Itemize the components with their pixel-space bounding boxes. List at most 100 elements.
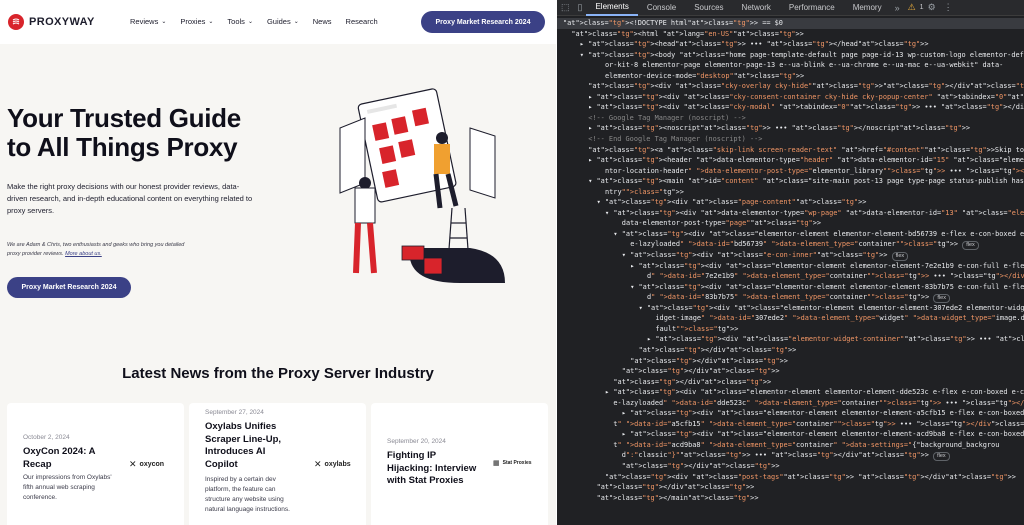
nav-label: Reviews (130, 17, 159, 26)
tab-network[interactable]: Network (733, 0, 780, 16)
dom-tree-line[interactable]: "at">class="tg"><a "at">class="skip-link… (557, 145, 1024, 156)
news-card[interactable]: October 2, 2024 OxyCon 2024: A Recap Our… (7, 403, 184, 525)
dom-tree-line[interactable]: ▸ "at">class="tg"><div "at">class="eleme… (557, 408, 1024, 419)
dom-tree-line[interactable]: "at">class="tg"><!DOCTYPE html"at">class… (557, 18, 1024, 29)
dom-tree-line[interactable]: ▾ "at">class="tg"><div "at">class="e-con… (557, 250, 1024, 261)
dom-tree-line[interactable]: ▾ "at">class="tg"><body "at">class="home… (557, 50, 1024, 61)
news-card-title: Oxylabs Unifies Scraper Line-Up, Introdu… (205, 421, 282, 470)
dom-tree-line[interactable]: ▾ "at">class="tg"><div "at">class="page-… (557, 197, 1024, 208)
nav-label: Guides (266, 17, 291, 26)
dom-tree-line[interactable]: "at">class="tg"><div "at">class="cky-ove… (557, 81, 1024, 92)
dom-tree-line[interactable]: "at">class="tg"><div "at">class="post-ta… (557, 472, 1024, 483)
nav-label: Tools (227, 17, 245, 26)
dom-tree-line[interactable]: ntry"">class="tg">> (557, 187, 1024, 198)
news-card[interactable]: September 27, 2024 Oxylabs Unifies Scrap… (189, 403, 366, 525)
dom-tree-line[interactable]: ▸ "at">class="tg"><div "at">class="eleme… (557, 334, 1024, 345)
dom-tree-line[interactable]: ▾ "at">class="tg"><div "at">data-element… (557, 208, 1024, 219)
stat-proxies-logo: ▦ Stat Proxies (493, 459, 532, 467)
oxylabs-logo: ✕ oxylabs (314, 459, 351, 470)
inspect-element-icon[interactable]: ⬚ (557, 2, 574, 13)
dom-tree-line[interactable]: e-lazyloaded" ">data-id="bd56739" ">data… (557, 239, 1024, 251)
site-header: PROXYWAY Reviews ⌄ Proxies ⌄ Tools ⌄ Guides… (0, 0, 556, 44)
hero-description: Make the right proxy decisions with our … (7, 182, 253, 215)
nav-item-reviews[interactable]: Reviews ⌄ (130, 17, 166, 26)
about-us-link[interactable]: More about us. (65, 251, 102, 257)
dom-tree-line[interactable]: or-kit-8 elementor-page elementor-page-1… (557, 60, 1024, 71)
brand-logo[interactable]: PROXYWAY (8, 14, 95, 30)
dom-tree-line[interactable]: d":"classic"}""at">class="tg">> ••• "at"… (557, 450, 1024, 461)
news-card-date: September 27, 2024 (205, 409, 264, 416)
dom-tree-line[interactable]: ▾ "at">class="tg"><div "at">class="eleme… (557, 303, 1024, 314)
dom-tree-line[interactable]: ▸ "at">class="tg"><header "at">data-elem… (557, 155, 1024, 166)
kebab-menu-icon[interactable]: ⋮ (940, 2, 957, 13)
header-research-button[interactable]: Proxy Market Research 2024 (421, 11, 545, 33)
chevron-down-icon: ⌄ (161, 18, 167, 25)
dom-tree-line[interactable]: "at">class="tg"></div"at">class="tg">> (557, 482, 1024, 493)
dom-tree-line[interactable]: fault"">class="tg">> (557, 324, 1024, 335)
dom-tree-line[interactable]: <!-- Google Tag Manager (noscript) --> (557, 113, 1024, 124)
dom-tree-line[interactable]: d" ">data-id="7e2e1b9" ">data-element_ty… (557, 271, 1024, 282)
dom-tree-line[interactable]: ▸ "at">class="tg"><noscript"at">class="t… (557, 123, 1024, 134)
dom-tree-line[interactable]: data-elementor-post-type="page""at">clas… (557, 218, 1024, 229)
news-card-title: Fighting IP Hijacking: Interview with St… (387, 450, 477, 486)
dom-tree-line[interactable]: d" ">data-id="83b7b75" ">data-element_ty… (557, 292, 1024, 303)
hero-illustration (339, 88, 505, 283)
card-logo-text: Stat Proxies (502, 460, 532, 466)
chevron-down-icon: ⌄ (208, 18, 214, 25)
dom-tree-line[interactable]: ▾ "at">class="tg"><div "at">class="eleme… (557, 229, 1024, 240)
dom-tree-line[interactable]: ▸ "at">class="tg"><div "at">class="cky-c… (557, 92, 1024, 103)
dom-tree-line[interactable]: "at">class="tg"></div"at">class="tg">> (557, 356, 1024, 367)
dom-tree-line[interactable]: "at">class="tg"><html "at">lang="en-US""… (557, 29, 1024, 40)
hero-research-button[interactable]: Proxy Market Research 2024 (7, 277, 131, 298)
tab-elements[interactable]: Elements (586, 0, 638, 16)
dom-tree-line[interactable]: t" ">data-id="a5cfb15" ">data-element_ty… (557, 419, 1024, 430)
news-card-date: October 2, 2024 (23, 434, 70, 441)
dom-tree-line[interactable]: t" ">data-id="acd9ba8" ">data-element_ty… (557, 440, 1024, 451)
website-viewport: PROXYWAY Reviews ⌄ Proxies ⌄ Tools ⌄ Guides… (0, 0, 556, 525)
dom-tree-line[interactable]: ▸ "at">class="tg"><div "at">class="eleme… (557, 387, 1024, 398)
device-toolbar-icon[interactable]: ▯ (574, 2, 587, 13)
dom-tree-line[interactable]: ▸ "at">class="tg"><div "at">class="cky-m… (557, 102, 1024, 113)
dom-tree-line[interactable]: <!-- End Google Tag Manager (noscript) -… (557, 134, 1024, 145)
nav-item-news[interactable]: News (313, 17, 332, 26)
dom-tree-line[interactable]: "at">class="tg"></div"at">class="tg">> (557, 366, 1024, 377)
devtools-toolbar: ⬚ ▯ Elements Console Sources Network Per… (557, 0, 1024, 16)
dom-tree-line[interactable]: ▸ "at">class="tg"><div "at">class="eleme… (557, 261, 1024, 272)
dom-tree[interactable]: "at">class="tg"><!DOCTYPE html"at">class… (557, 18, 1024, 503)
dom-tree-line[interactable]: "at">class="tg"></main"at">class="tg">> (557, 493, 1024, 504)
nav-item-proxies[interactable]: Proxies ⌄ (180, 17, 213, 26)
card-logo-text: oxycon (139, 461, 165, 468)
hero-authors-note: We are Adam & Chris, two enthusiasts and… (7, 241, 197, 259)
warning-icon[interactable]: ⚠ (904, 2, 920, 13)
devtools-panel: ⬚ ▯ Elements Console Sources Network Per… (557, 0, 1024, 525)
dom-tree-line[interactable]: "at">class="tg"></div"at">class="tg">> (557, 461, 1024, 472)
stat-proxies-logo-icon: ▦ (493, 460, 500, 467)
chevron-down-icon: ⌄ (293, 18, 299, 25)
tab-sources[interactable]: Sources (685, 0, 732, 16)
nav-item-research[interactable]: Research (346, 17, 378, 26)
hero-title-line-2: to All Things Proxy (7, 132, 238, 162)
dom-tree-line[interactable]: "at">class="tg"></div"at">class="tg">> (557, 345, 1024, 356)
nav-label: Proxies (180, 17, 206, 26)
news-card-excerpt: Our impressions from Oxylabs' fifth annu… (23, 474, 112, 501)
dom-tree-line[interactable]: ▸ "at">class="tg"><head"at">class="tg">>… (557, 39, 1024, 50)
dom-tree-line[interactable]: ntor-location-header" ">data-elementor-p… (557, 166, 1024, 177)
tab-performance[interactable]: Performance (780, 0, 844, 16)
dom-tree-line[interactable]: idget-image" ">data-id="307ede2" ">data-… (557, 313, 1024, 324)
news-card[interactable]: September 20, 2024 Fighting IP Hijacking… (371, 403, 548, 525)
tab-console[interactable]: Console (638, 0, 685, 16)
hero-title: Your Trusted Guide to All Things Proxy (7, 104, 267, 162)
gear-icon[interactable]: ⚙ (924, 2, 940, 13)
more-tabs-icon[interactable]: » (891, 3, 904, 13)
dom-tree-line[interactable]: "at">class="tg"></div"at">class="tg">> (557, 377, 1024, 388)
dom-tree-line[interactable]: e-lazyloaded" ">data-id="dde523c" ">data… (557, 398, 1024, 409)
nav-item-tools[interactable]: Tools ⌄ (227, 17, 253, 26)
dom-tree-line[interactable]: elementor-device-mode="desktop""at">clas… (557, 71, 1024, 82)
proxyway-logo-icon (8, 14, 24, 30)
tab-memory[interactable]: Memory (844, 0, 891, 16)
main-menu: Reviews ⌄ Proxies ⌄ Tools ⌄ Guides ⌄ News Re… (130, 17, 378, 26)
dom-tree-line[interactable]: ▾ "at">class="tg"><main "at">id="content… (557, 176, 1024, 187)
dom-tree-line[interactable]: ▸ "at">class="tg"><div "at">class="eleme… (557, 429, 1024, 440)
nav-item-guides[interactable]: Guides ⌄ (267, 17, 299, 26)
dom-tree-line[interactable]: ▾ "at">class="tg"><div "at">class="eleme… (557, 282, 1024, 293)
